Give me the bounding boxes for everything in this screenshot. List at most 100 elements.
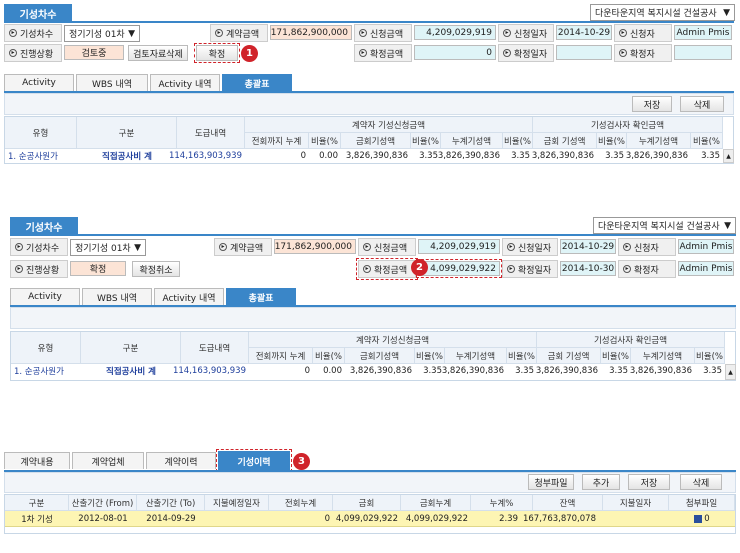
floppy-disk-icon[interactable] [694,515,703,523]
request-amount: 4,209,029,919 [418,239,500,254]
label-confirm-date: ▸ 확정일자 [498,44,554,62]
col-current: 금회 [333,495,401,511]
cancel-confirm-button[interactable]: 확정취소 [132,261,180,277]
col-current-total: 금회누계 [401,495,471,511]
arrow-circle-icon: ▸ [9,29,17,37]
tab-activity-detail[interactable]: Activity 내역 [150,74,220,91]
tab-summary[interactable]: 총괄표 [222,74,292,91]
chevron-down-icon: ▼ [128,28,135,39]
attach-file-button[interactable]: 청부파일 [528,474,574,490]
cell-attachment: 0 [669,511,735,527]
col-ratio: 비율(% [691,133,723,149]
col-insp-cumulative: 누계기성액 [627,133,691,149]
tab-wbs[interactable]: WBS 내역 [76,74,148,91]
col-ratio: 비율(% [507,348,537,364]
tab-contractor[interactable]: 계약업체 [72,452,144,469]
cell-div: 1차 기성 [21,515,53,525]
table-row[interactable]: 1차 기성 2012-08-01 2014-09-29 0 4,099,029,… [5,511,735,527]
cell-c6: 3.35 [511,151,530,161]
scroll-up-icon[interactable]: ▲ [725,364,736,380]
arrow-circle-icon: ▸ [503,29,511,37]
col-insp-current: 금회 기성액 [533,133,597,149]
add-button[interactable]: 추가 [582,474,620,490]
tab-wbs[interactable]: WBS 내역 [82,288,152,305]
col-prev-total: 전회까지 누계 [245,133,309,149]
col-ratio: 비율(% [503,133,533,149]
col-type: 유형 [5,117,77,149]
cell-d1: 3,826,390,836 [531,151,594,161]
col-type: 유형 [11,332,81,364]
company-select[interactable]: 다운타운지역 복지시설 건설공사 ▼ [593,217,736,234]
cell-c3: 3,826,390,836 [349,366,412,376]
col-ratio: 비율(% [695,348,725,364]
col-from: 산출기간 (From) [69,495,137,511]
label-confirm-date: ▸ 확정일자 [502,260,558,278]
cell-d4: 3.35 [703,366,722,376]
cell-c6: 3.35 [515,366,534,376]
cell-from: 2012-08-01 [78,514,128,524]
arrow-circle-icon: ▸ [15,243,23,251]
col-cumulative: 누계기성액 [445,348,507,364]
step-badge-1: 1 [241,45,258,62]
cell-c5: 3,826,390,836 [441,366,504,376]
label-request-date: ▸ 신청일자 [498,24,554,42]
tab-activity-detail[interactable]: Activity 내역 [154,288,224,305]
cell-c1: 0 [304,366,310,376]
history-toolbar [4,472,736,493]
tab-progress-history[interactable]: 기성이력 [216,449,292,472]
col-ratio: 비율(% [313,348,345,364]
confirm-amount: 0 [414,45,496,60]
cell-c4: 3.35 [419,151,438,161]
col-attachment: 첨부파일 [669,495,735,511]
label-progress: ▸ 진행상황 [10,260,68,278]
col-group-inspector: 기성검사자 확인금액 [533,117,723,133]
cell-current-total: 4,099,029,922 [405,514,468,524]
col-group-inspector: 기성검사자 확인금액 [537,332,725,348]
arrow-circle-icon: ▸ [507,265,515,273]
tab-title-round[interactable]: 기성차수 [10,217,78,235]
col-insp-cumulative: 누계기성액 [631,348,695,364]
round-select[interactable]: 정기기성 01차 ▼ [70,239,146,256]
label-request-amount: ▸ 신청금액 [358,238,416,256]
delete-button[interactable]: 삭제 [680,96,724,112]
company-value: 다운타운지역 복지시설 건설공사 [595,9,717,19]
cell-d4: 3.35 [701,151,720,161]
delete-review-button[interactable]: 검토자료삭제 [128,45,188,61]
col-ratio: 비율(% [411,133,441,149]
tab-title-round[interactable]: 기성차수 [4,4,72,22]
tab-contract-history[interactable]: 계약이력 [146,452,216,469]
chevron-down-icon: ▼ [724,220,731,231]
save-button[interactable]: 저장 [632,96,672,112]
col-sub: 도급내역 [177,117,245,149]
tab-activity[interactable]: Activity [4,74,74,91]
tab-summary[interactable]: 총괄표 [226,288,296,305]
col-pay-date: 지불일자 [603,495,669,511]
round-select[interactable]: 정기기성 01차 ▼ [64,25,140,42]
tab-activity[interactable]: Activity [10,288,80,305]
confirmer [674,45,732,60]
cell-c3: 3,826,390,836 [345,151,408,161]
col-div: 구분 [77,117,177,149]
company-select[interactable]: 다운타운지역 복지시설 건설공사 ▼ [590,4,735,21]
col-div: 구분 [5,495,69,511]
arrow-circle-icon: ▸ [623,243,631,251]
cell-div: 직접공사비 계 [102,152,152,162]
col-current: 금회기성액 [345,348,415,364]
delete-button[interactable]: 삭제 [680,474,722,490]
label-request-date: ▸ 신청일자 [502,238,558,256]
request-date: 2014-10-29 [560,239,616,254]
tab-contract-content[interactable]: 계약내용 [4,452,70,469]
cell-balance: 167,763,870,078 [522,514,596,524]
label-request-amount: ▸ 신청금액 [354,24,412,42]
status-badge: 확정 [70,261,126,276]
step-badge-2: 2 [411,259,428,276]
col-to: 산출기간 (To) [137,495,205,511]
confirm-date [556,45,612,60]
save-button[interactable]: 저장 [628,474,670,490]
round-value: 정기기성 01차 [69,30,125,40]
company-value: 다운타운지역 복지시설 건설공사 [598,222,720,232]
cell-type: 1. 순공사원가 [14,367,64,377]
confirm-button[interactable]: 확정 [194,43,240,63]
scroll-up-icon[interactable]: ▲ [723,149,734,163]
label-progress: ▸ 진행상황 [4,44,62,62]
